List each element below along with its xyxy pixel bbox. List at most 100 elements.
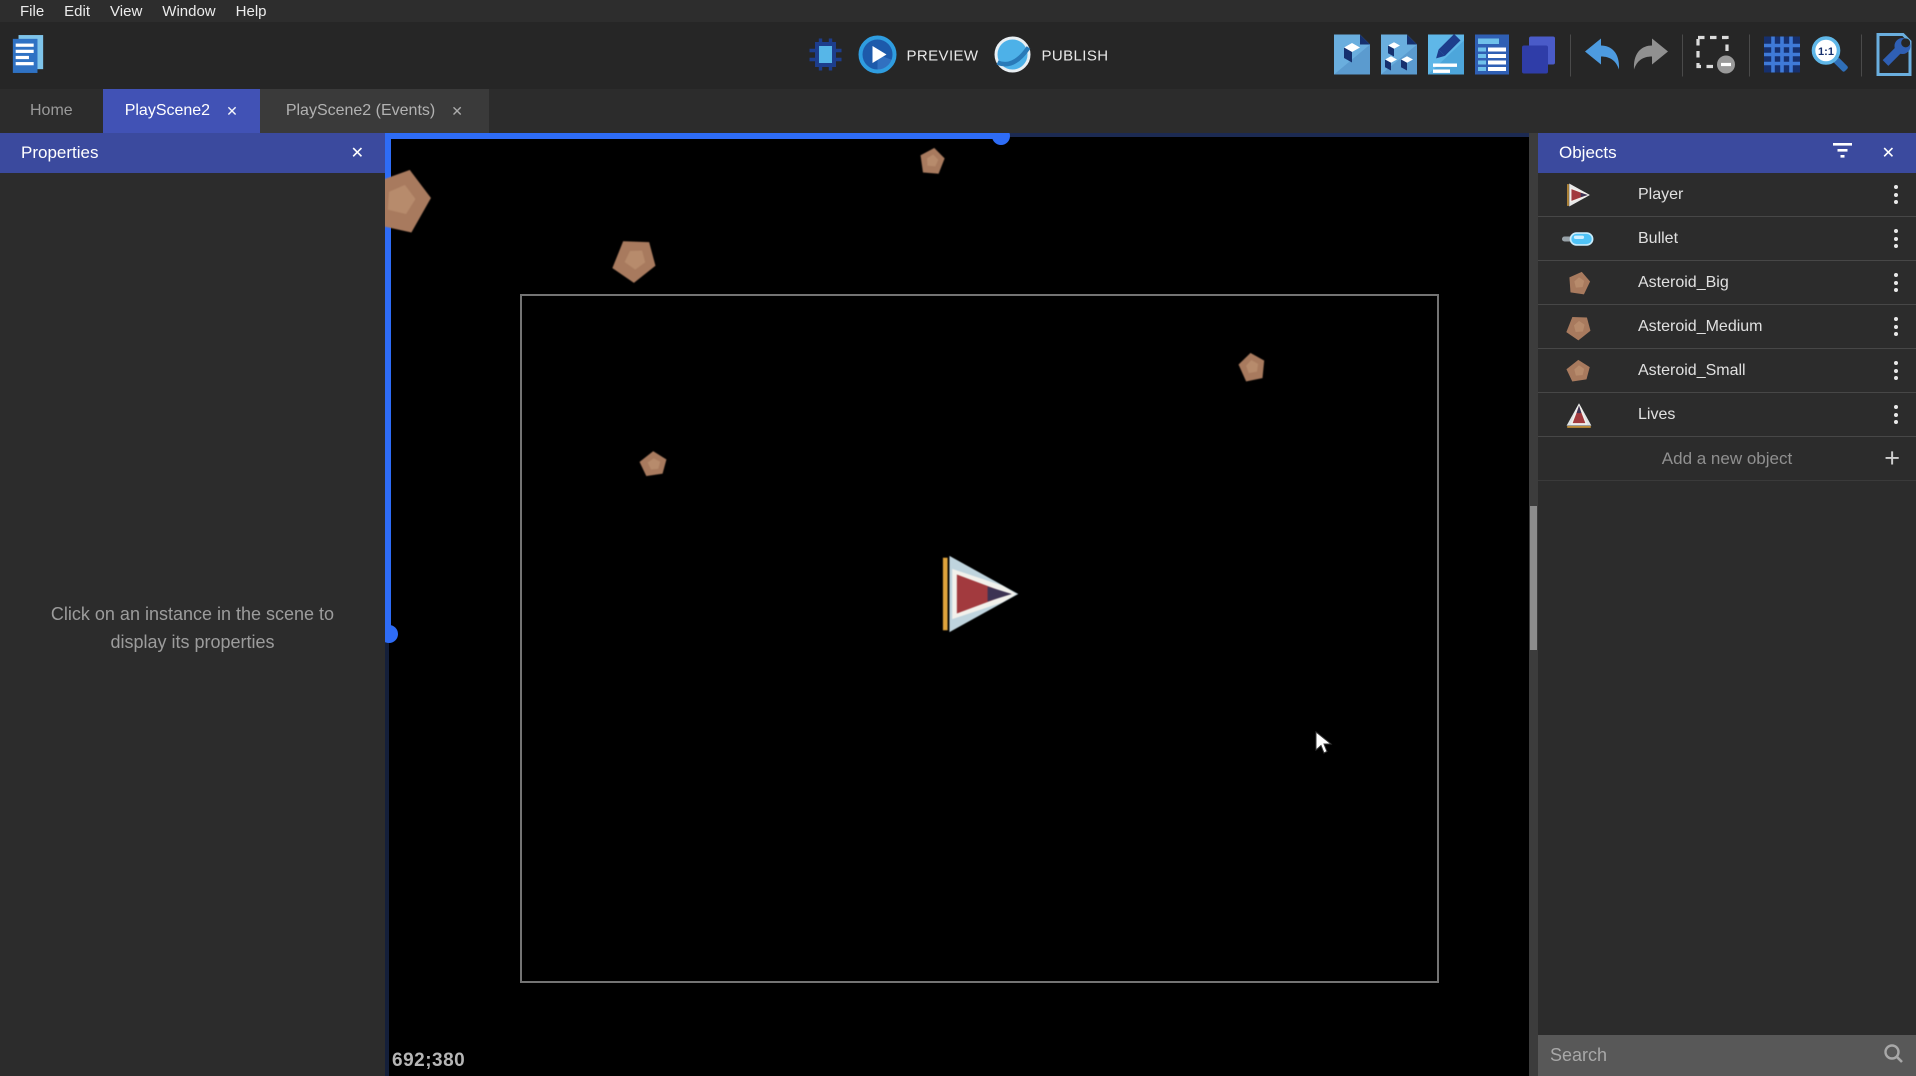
objects-editor-icon <box>1332 32 1372 79</box>
plus-icon: + <box>1884 445 1900 472</box>
grid-button[interactable] <box>1762 34 1802 77</box>
tab-playscene2-events[interactable]: PlayScene2 (Events) ✕ <box>260 89 489 133</box>
layers-icon <box>1518 32 1558 79</box>
tab-home[interactable]: Home <box>0 89 103 133</box>
scene-properties-icon <box>1426 32 1466 79</box>
layers-button[interactable] <box>1518 32 1558 79</box>
scene-properties-button[interactable] <box>1426 32 1466 79</box>
zoom-1-1-button[interactable]: 1:1 <box>1809 34 1849 77</box>
properties-panel-header: Properties ✕ <box>0 133 385 173</box>
screen-border-instance[interactable] <box>520 294 1439 983</box>
main-content: Properties ✕ Click on an instance in the… <box>0 133 1916 1076</box>
object-groups-button[interactable] <box>1379 32 1419 79</box>
search-input[interactable] <box>1550 1045 1883 1066</box>
scene-vertical-scrollbar[interactable] <box>1529 133 1538 1076</box>
tab-playscene2[interactable]: PlayScene2 ✕ <box>103 89 260 133</box>
undo-icon <box>1583 36 1623 75</box>
asteroid-icon <box>1562 313 1596 341</box>
publish-label: PUBLISH <box>1041 47 1108 64</box>
publish-button[interactable]: PUBLISH <box>992 34 1108 77</box>
asteroid-small-instance[interactable] <box>915 144 950 179</box>
properties-panel-title: Properties <box>21 143 98 163</box>
tab-close-icon[interactable]: ✕ <box>226 103 238 120</box>
object-menu-icon[interactable] <box>1888 178 1904 212</box>
menu-edit[interactable]: Edit <box>54 3 100 20</box>
scene-canvas[interactable]: 692;380 <box>385 133 1538 1076</box>
project-manager-icon <box>10 33 46 78</box>
properties-empty-message: Click on an instance in the scene to dis… <box>33 601 353 657</box>
object-search-bar <box>1538 1035 1916 1076</box>
settings-button[interactable] <box>1874 32 1914 79</box>
object-row-bullet[interactable]: Bullet <box>1538 217 1916 261</box>
deselect-button[interactable] <box>1695 34 1737 77</box>
scrollbar-thumb[interactable] <box>1530 506 1537 650</box>
undo-button[interactable] <box>1583 36 1623 75</box>
objects-editor-button[interactable] <box>1332 32 1372 79</box>
object-menu-icon[interactable] <box>1888 310 1904 344</box>
object-groups-icon <box>1379 32 1419 79</box>
menu-file[interactable]: File <box>10 3 54 20</box>
toolbar-divider <box>1682 35 1683 77</box>
preview-label: PREVIEW <box>907 47 979 64</box>
preview-button[interactable]: PREVIEW <box>858 34 979 77</box>
asteroid-big-instance[interactable] <box>385 155 445 246</box>
menu-help[interactable]: Help <box>226 3 277 20</box>
bullet-icon <box>1562 231 1596 247</box>
properties-panel: Properties ✕ Click on an instance in the… <box>0 133 385 1076</box>
object-menu-icon[interactable] <box>1888 398 1904 432</box>
toolbar-divider <box>1570 35 1571 77</box>
settings-wrench-icon <box>1874 32 1914 79</box>
close-icon[interactable]: ✕ <box>1882 143 1895 163</box>
object-name: Bullet <box>1638 230 1888 248</box>
asteroid-small-instance[interactable] <box>1234 349 1269 384</box>
player-ship-icon <box>1562 183 1596 207</box>
deselect-icon <box>1695 34 1737 77</box>
debug-button[interactable] <box>808 36 844 75</box>
object-name: Lives <box>1638 406 1888 424</box>
tab-bar: Home PlayScene2 ✕ PlayScene2 (Events) ✕ <box>0 89 1916 133</box>
object-menu-icon[interactable] <box>1888 222 1904 256</box>
close-icon[interactable]: ✕ <box>351 143 364 163</box>
filter-icon[interactable] <box>1833 143 1852 163</box>
mouse-cursor <box>1315 731 1337 755</box>
tab-close-icon[interactable]: ✕ <box>451 103 463 120</box>
object-row-lives[interactable]: Lives <box>1538 393 1916 437</box>
object-menu-icon[interactable] <box>1888 354 1904 388</box>
lives-ship-icon <box>1562 402 1596 428</box>
camera-guide-handle[interactable] <box>992 133 1010 145</box>
publish-globe-icon <box>992 34 1032 77</box>
cursor-coordinates: 692;380 <box>392 1050 465 1072</box>
grid-icon <box>1762 34 1802 77</box>
camera-guide-handle[interactable] <box>385 625 398 643</box>
instances-list-button[interactable] <box>1473 32 1511 79</box>
menu-window[interactable]: Window <box>152 3 225 20</box>
object-name: Player <box>1638 186 1888 204</box>
object-name: Asteroid_Medium <box>1638 318 1888 336</box>
debug-icon <box>808 36 844 75</box>
object-row-asteroid-big[interactable]: Asteroid_Big <box>1538 261 1916 305</box>
project-manager-button[interactable] <box>10 33 46 78</box>
player-ship-instance[interactable] <box>942 554 1022 634</box>
objects-panel-title: Objects <box>1559 143 1617 163</box>
preview-play-icon <box>858 34 898 77</box>
toolbar-divider <box>1749 35 1750 77</box>
object-name: Asteroid_Big <box>1638 274 1888 292</box>
object-name: Asteroid_Small <box>1638 362 1888 380</box>
properties-panel-body: Click on an instance in the scene to dis… <box>0 173 385 1076</box>
object-row-asteroid-medium[interactable]: Asteroid_Medium <box>1538 305 1916 349</box>
object-menu-icon[interactable] <box>1888 266 1904 300</box>
camera-guide-horizontal <box>385 133 1001 139</box>
gdevelop-window: File Edit View Window Help <box>0 0 1916 1076</box>
redo-button[interactable] <box>1630 36 1670 75</box>
asteroid-icon <box>1562 358 1596 384</box>
add-new-object-button[interactable]: Add a new object + <box>1538 437 1916 481</box>
svg-text:1:1: 1:1 <box>1818 46 1834 58</box>
add-object-label: Add a new object <box>1538 449 1916 469</box>
menu-view[interactable]: View <box>100 3 152 20</box>
zoom-1-1-icon: 1:1 <box>1809 34 1849 77</box>
tab-label: PlayScene2 (Events) <box>286 102 435 120</box>
objects-panel: Objects ✕ <box>1538 133 1916 1076</box>
object-row-player[interactable]: Player <box>1538 173 1916 217</box>
object-row-asteroid-small[interactable]: Asteroid_Small <box>1538 349 1916 393</box>
asteroid-medium-instance[interactable] <box>600 224 670 294</box>
